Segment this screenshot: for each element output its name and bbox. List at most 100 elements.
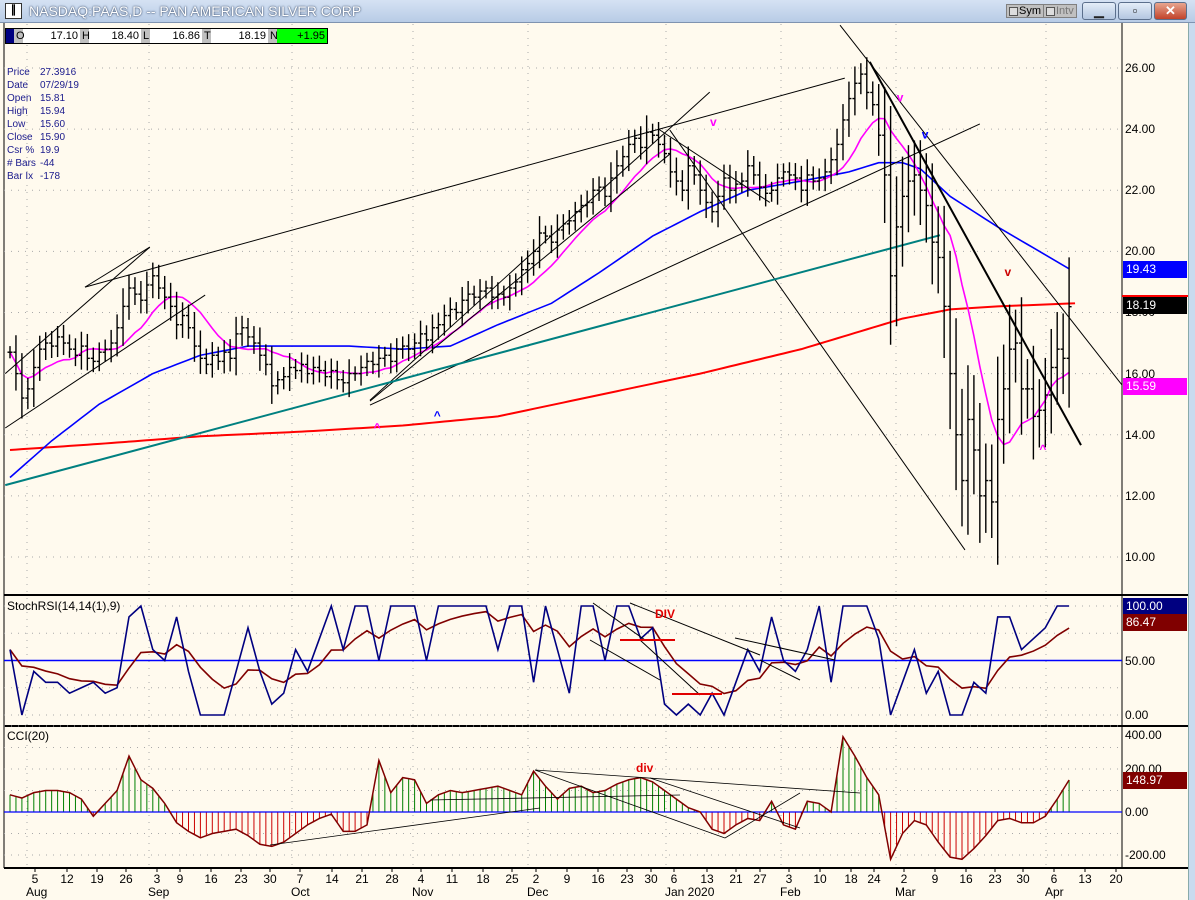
price-bar (900, 156, 905, 267)
date-tick-label: 5 (32, 872, 39, 886)
info-label: Open (7, 93, 32, 104)
price-bar (19, 353, 25, 419)
low-value: 16.86 (172, 30, 200, 42)
price-bar (947, 250, 953, 430)
ohlc-marker (6, 29, 14, 43)
price-bar (632, 129, 638, 153)
date-tick-label: 12 (60, 872, 74, 886)
price-badge: 18.19 (1123, 297, 1187, 314)
price-bar (382, 346, 388, 367)
cci-trendline (534, 769, 861, 794)
price-bar (78, 331, 84, 370)
price-bar (102, 339, 108, 362)
price-bar (180, 302, 186, 338)
price-bar (1066, 257, 1072, 408)
trendline (84, 77, 845, 288)
axis-tick-label: 400.00 (1125, 728, 1162, 742)
price-bar (144, 271, 150, 314)
date-tick-label: 21 (729, 872, 743, 886)
price-bar (459, 286, 465, 326)
price-bar (299, 352, 305, 383)
month-label: Mar (895, 885, 916, 899)
price-bar (566, 210, 572, 235)
price-bar (1007, 304, 1013, 434)
month-label: Jan 2020 (665, 885, 715, 899)
price-bar (644, 115, 650, 165)
date-tick-label: 30 (1016, 872, 1030, 886)
net-label: N (268, 29, 278, 43)
info-row: Csr % 19.9 (7, 144, 79, 157)
price-bar (25, 377, 31, 409)
price-bar (864, 57, 870, 110)
price-bar (840, 104, 846, 161)
price-bar (126, 274, 132, 320)
price-bar (162, 275, 168, 310)
chart-canvas[interactable]: ^ ^ v v v v ^ DIV StochRSI(14,14(1),9) div CCI(20)… (0, 0, 1195, 900)
price-bar (971, 375, 977, 495)
price-bar (953, 318, 959, 491)
month-label: Apr (1045, 885, 1064, 899)
price-bar (983, 443, 989, 533)
price-bar (965, 365, 971, 535)
cci-badge: 148.97 (1123, 772, 1187, 789)
last-value: 18.19 (238, 30, 266, 42)
price-bar (917, 140, 923, 226)
cci-title: CCI(20) (7, 729, 49, 743)
date-tick-label: 6 (671, 872, 678, 886)
price-bar (1013, 309, 1019, 383)
axis-tick-label: 0.00 (1125, 805, 1149, 819)
date-tick-label: 16 (959, 872, 973, 886)
date-tick-label: 13 (1078, 872, 1092, 886)
price-bar (792, 163, 798, 190)
price-bar (751, 156, 757, 185)
axis-tick-label: 10.00 (1125, 549, 1156, 564)
date-tick-label: 21 (355, 872, 369, 886)
trendline (84, 246, 151, 288)
stochrsi-panel: DIV (4, 602, 1122, 717)
price-bar (61, 324, 67, 356)
info-value: 15.81 (40, 93, 66, 104)
trendline (4, 234, 941, 487)
date-tick-label: 13 (700, 872, 714, 886)
info-row: Price 27.3916 (7, 66, 79, 79)
price-bar (108, 329, 114, 363)
stoch-d-badge: 86.47 (1123, 614, 1187, 631)
info-row: Close 15.90 (7, 131, 79, 144)
info-value: -178 (40, 171, 61, 182)
price-bar (215, 346, 221, 370)
date-tick-label: 27 (753, 872, 767, 886)
date-tick-label: 3 (786, 872, 793, 886)
price-bar (424, 325, 429, 349)
date-tick-label: 16 (591, 872, 605, 886)
price-bar (465, 281, 471, 314)
price-bar (543, 225, 548, 244)
price-bar (120, 288, 126, 346)
price-bar (114, 314, 120, 357)
price-bar (667, 137, 673, 188)
month-label: Sep (148, 885, 170, 899)
price-bar (186, 304, 191, 339)
price-bar (168, 282, 174, 321)
signal-marker: v (710, 115, 717, 129)
date-tick-label: 23 (620, 872, 634, 886)
price-bar (804, 159, 810, 206)
date-tick-label: 14 (325, 872, 339, 886)
signal-marker: ^ (1039, 442, 1046, 456)
price-bar (31, 349, 37, 407)
price-bar (798, 165, 804, 203)
price-bar (578, 194, 584, 223)
axis-tick-label: 0.00 (1125, 708, 1149, 722)
last-label: T (202, 29, 211, 43)
price-bar (156, 264, 162, 300)
info-row: Bar Ix -178 (7, 170, 79, 183)
price-bar (1036, 379, 1042, 448)
date-tick-label: 19 (90, 872, 104, 886)
info-value: 15.90 (40, 132, 66, 143)
price-bar (340, 370, 346, 393)
info-label: Csr % (7, 145, 35, 156)
price-bar (221, 340, 227, 374)
date-tick-label: 25 (505, 872, 519, 886)
price-bar (483, 280, 489, 299)
price-bar (911, 140, 917, 216)
price-bar (239, 315, 245, 346)
